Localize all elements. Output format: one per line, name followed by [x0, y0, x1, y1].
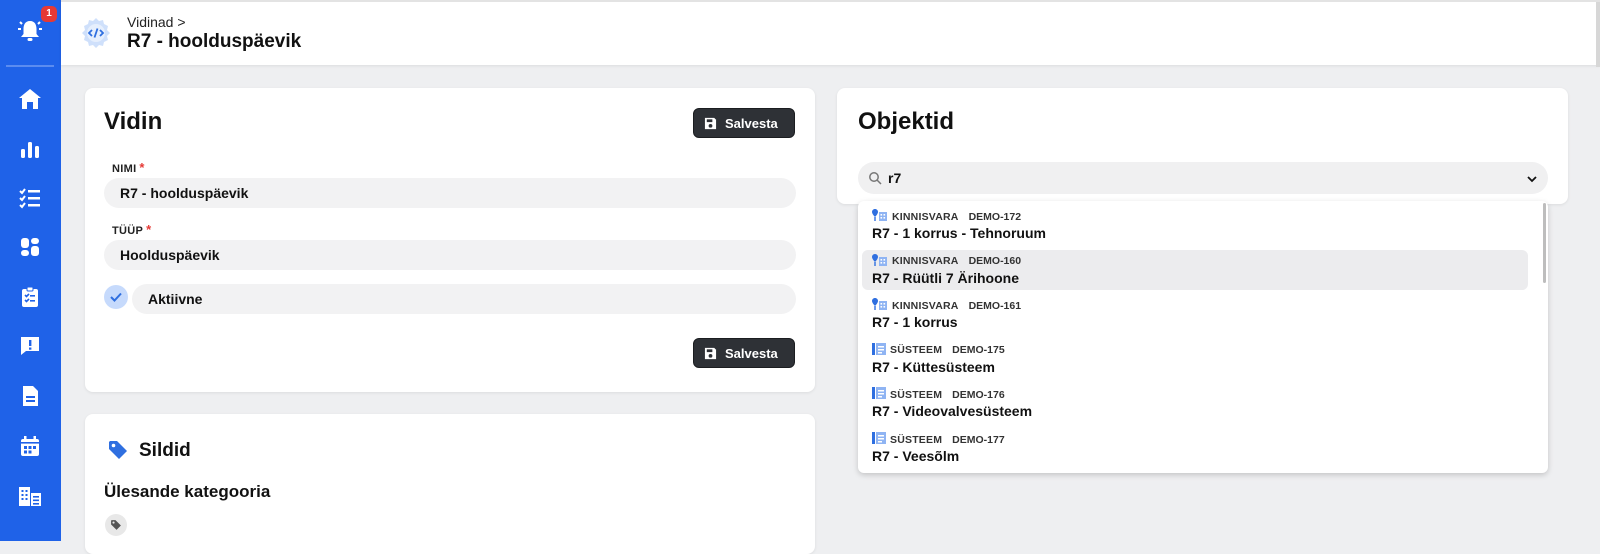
option-code: DEMO-161 — [968, 299, 1022, 312]
option-meta: SÜSTEEM DEMO-176 — [872, 387, 1005, 402]
option-code: DEMO-175 — [952, 344, 1005, 357]
sidebar: 1 — [0, 0, 61, 541]
option-name: R7 - Videovalvesüsteem — [872, 403, 1033, 420]
property-icon — [872, 298, 888, 313]
search-icon — [868, 171, 882, 188]
document-icon[interactable] — [15, 381, 45, 411]
option-code: DEMO-172 — [968, 210, 1022, 223]
save-icon — [704, 347, 717, 359]
object-dropdown: KINNISVARA DEMO-172 R7 - 1 korrus - Tehnor… — [858, 201, 1548, 473]
option-name: R7 - Rüütli 7 Ärihoone — [872, 269, 1019, 286]
option-code: DEMO-177 — [952, 433, 1005, 446]
feedback-icon[interactable] — [15, 331, 45, 361]
dropdown-option[interactable]: SÜSTEEM DEMO-176 R7 - Videovalvesüsteem — [862, 383, 1528, 423]
name-field[interactable]: R7 - hoolduspäevik — [104, 178, 796, 208]
home-icon[interactable] — [15, 84, 45, 114]
header-edge — [1596, 2, 1600, 67]
property-icon — [872, 253, 888, 269]
option-meta: SÜSTEEM DEMO-177 — [872, 432, 1005, 447]
dropdown-option[interactable]: SÜSTEEM DEMO-177 R7 - Veesõlm — [862, 428, 1528, 468]
name-field-value: R7 - hoolduspäevik — [120, 185, 249, 201]
page-header: Vidinad > R7 - hoolduspäevik — [61, 0, 1600, 67]
option-kind: KINNISVARA — [892, 299, 959, 312]
option-name: R7 - 1 korrus - Tehnoruum — [872, 225, 1046, 241]
buildings-icon[interactable] — [15, 481, 45, 511]
tags-card: Sildid Ülesande kategooria — [85, 414, 815, 554]
property-icon — [872, 209, 888, 224]
dropdown-option[interactable]: KINNISVARA DEMO-172 R7 - 1 korrus - Tehnor… — [862, 205, 1528, 245]
active-toggle-field[interactable]: Aktiivne — [132, 284, 796, 314]
name-label: NIMI * — [112, 160, 145, 175]
clipboard-check-icon[interactable] — [15, 282, 45, 312]
checklist-icon[interactable] — [15, 183, 45, 213]
object-search[interactable] — [858, 162, 1548, 194]
breadcrumb[interactable]: Vidinad > — [127, 14, 186, 30]
tag-small-icon — [111, 520, 121, 530]
system-icon — [872, 342, 886, 358]
system-icon — [872, 387, 886, 402]
search-input[interactable] — [888, 162, 1488, 194]
type-field-value: Hoolduspäevik — [120, 247, 220, 263]
tag-icon — [107, 439, 129, 465]
widget-card-title: Vidin — [104, 108, 163, 135]
type-label: TÜÜP * — [112, 222, 152, 237]
objects-card: Objektid — [837, 88, 1568, 204]
option-name: R7 - 1 korrus — [872, 314, 958, 331]
dashboard-icon[interactable] — [15, 232, 45, 262]
option-kind: KINNISVARA — [892, 255, 959, 268]
type-field[interactable]: Hoolduspäevik — [104, 240, 796, 270]
code-gear-icon — [79, 16, 113, 50]
option-code: DEMO-160 — [968, 255, 1022, 268]
dropdown-scrollbar[interactable] — [1543, 203, 1546, 283]
option-code: DEMO-176 — [952, 388, 1005, 401]
save-button-bottom[interactable]: Salvesta — [693, 338, 795, 368]
option-meta: KINNISVARA DEMO-172 — [872, 209, 1021, 224]
notifications-area[interactable]: 1 — [0, 0, 61, 64]
bell-icon[interactable] — [15, 16, 45, 46]
active-label: Aktiivne — [148, 291, 203, 307]
chevron-down-icon[interactable] — [1526, 172, 1538, 188]
checkmark-icon — [110, 292, 122, 302]
dropdown-option[interactable]: SÜSTEEM DEMO-175 R7 - Küttesüsteem — [862, 339, 1528, 379]
option-meta: SÜSTEEM DEMO-175 — [872, 342, 1005, 358]
active-checkbox[interactable] — [104, 285, 128, 309]
page-title: R7 - hoolduspäevik — [127, 31, 302, 52]
save-icon — [704, 117, 717, 129]
system-icon — [872, 432, 886, 447]
objects-card-title: Objektid — [858, 108, 955, 135]
bar-chart-icon[interactable] — [15, 134, 45, 164]
tags-card-title: Sildid — [139, 440, 191, 461]
option-kind: SÜSTEEM — [890, 388, 943, 401]
save-button-label: Salvesta — [725, 115, 778, 131]
option-kind: SÜSTEEM — [890, 433, 943, 446]
sidebar-divider — [6, 65, 54, 67]
option-name: R7 - Veesõlm — [872, 448, 960, 464]
dropdown-option[interactable]: KINNISVARA DEMO-160 R7 - Rüütli 7 Ärihoone — [862, 249, 1528, 290]
calendar-icon[interactable] — [15, 431, 45, 461]
option-meta: KINNISVARA DEMO-160 — [872, 253, 1022, 269]
dropdown-option[interactable]: KINNISVARA DEMO-161 R7 - 1 korrus — [862, 294, 1528, 334]
widget-card: Vidin Salvesta NIMI * R7 - hoolduspäevik … — [85, 88, 815, 392]
task-category-label: Ülesande kategooria — [104, 482, 271, 501]
save-button-top[interactable]: Salvesta — [693, 108, 795, 138]
notification-badge: 1 — [41, 6, 57, 22]
option-kind: SÜSTEEM — [890, 344, 943, 357]
option-name: R7 - Küttesüsteem — [872, 358, 995, 375]
tag-chip[interactable] — [105, 514, 127, 536]
save-button-label: Salvesta — [725, 345, 778, 361]
option-meta: KINNISVARA DEMO-161 — [872, 298, 1021, 313]
option-kind: KINNISVARA — [892, 210, 959, 223]
